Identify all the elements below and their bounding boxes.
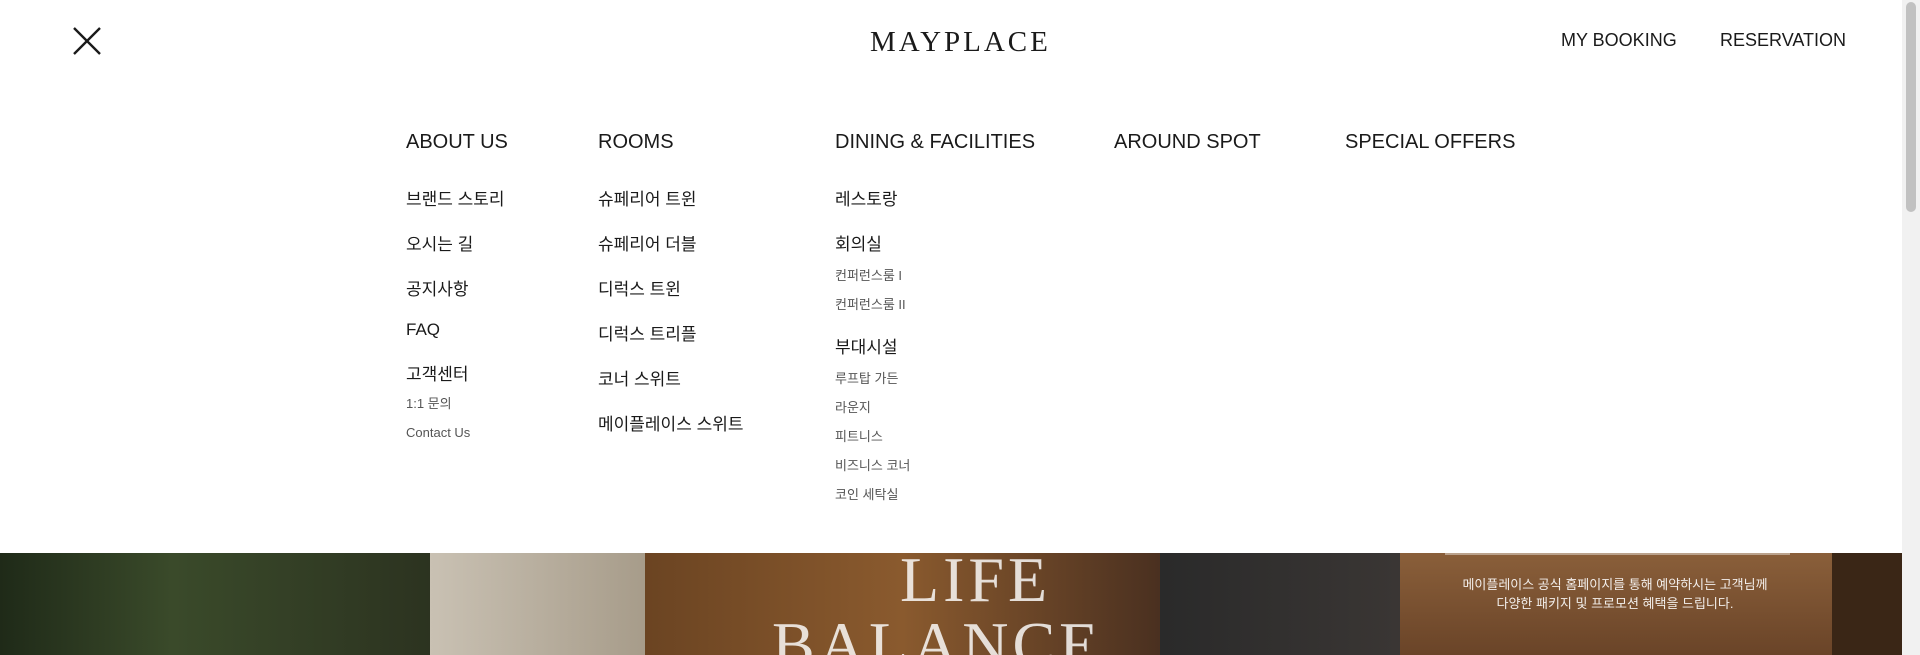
banner-headline-word: BALANCE (772, 609, 1103, 655)
menu-item-amenities[interactable]: 부대시설 (835, 333, 1035, 358)
submenu-item-amenity[interactable]: 루프탑 가든 (835, 368, 1035, 387)
banner-plant-image (0, 553, 430, 655)
promo-line: 메이플레이스 공식 홈페이지를 통해 예약하시는 고객님께 (1462, 577, 1768, 592)
banner-decor-image (1160, 553, 1400, 655)
submenu-item-amenity[interactable]: 피트니스 (835, 426, 1035, 445)
submenu-item-amenity[interactable]: 코인 세탁실 (835, 484, 1035, 503)
menu-item-room[interactable]: 디럭스 트리플 (598, 320, 743, 345)
scrollbar-thumb[interactable] (1906, 2, 1916, 212)
menu-item-room[interactable]: 코너 스위트 (598, 365, 743, 390)
banner-edge-image (1832, 553, 1902, 655)
menu-column-about: ABOUT US 브랜드 스토리 오시는 길 공지사항 FAQ 고객센터 1:1… (406, 131, 508, 453)
my-booking-link[interactable]: MY BOOKING (1561, 30, 1677, 51)
submenu-item-contact-us[interactable]: Contact Us (406, 425, 508, 440)
menu-item-notice[interactable]: 공지사항 (406, 275, 508, 300)
menu-item-room[interactable]: 슈페리어 더블 (598, 230, 743, 255)
menu-item-room[interactable]: 슈페리어 트윈 (598, 185, 743, 210)
submenu-item-conference-2[interactable]: 컨퍼런스룸 II (835, 294, 1035, 313)
promo-title-fragment (1445, 553, 1790, 561)
menu-item-meeting-room[interactable]: 회의실 (835, 230, 1035, 255)
submenu-item-inquiry[interactable]: 1:1 문의 (406, 393, 508, 412)
menu-item-directions[interactable]: 오시는 길 (406, 230, 508, 255)
menu-title-around-spot[interactable]: AROUND SPOT (1114, 131, 1261, 154)
header: MAYPLACE MY BOOKING RESERVATION (0, 0, 1902, 90)
menu-item-restaurant[interactable]: 레스토랑 (835, 185, 1035, 210)
menu-column-dining: DINING & FACILITIES 레스토랑 회의실 컨퍼런스룸 I 컨퍼런… (835, 131, 1035, 523)
menu-item-room[interactable]: 디럭스 트윈 (598, 275, 743, 300)
menu-item-brand-story[interactable]: 브랜드 스토리 (406, 185, 508, 210)
menu-column-rooms: ROOMS 슈페리어 트윈 슈페리어 더블 디럭스 트윈 디럭스 트리플 코너 … (598, 131, 743, 455)
menu-title-rooms[interactable]: ROOMS (598, 131, 743, 154)
submenu-item-conference-1[interactable]: 컨퍼런스룸 I (835, 265, 1035, 284)
menu-item-customer-center[interactable]: 고객센터 (406, 360, 508, 385)
close-icon[interactable] (72, 26, 102, 56)
submenu-item-amenity[interactable]: 비즈니스 코너 (835, 455, 1035, 474)
menu-column-special: SPECIAL OFFERS (1345, 131, 1515, 185)
scrollbar[interactable] (1902, 0, 1920, 655)
menu-column-around: AROUND SPOT (1114, 131, 1261, 185)
promo-line: 다양한 패키지 및 프로모션 혜택을 드립니다. (1496, 596, 1734, 611)
promo-text: 메이플레이스 공식 홈페이지를 통해 예약하시는 고객님께 다양한 패키지 및 … (1440, 575, 1790, 613)
logo[interactable]: MAYPLACE (870, 26, 1051, 59)
menu-item-room[interactable]: 메이플레이스 스위트 (598, 410, 743, 435)
hero-banner: LIFE BALANCE 메이플레이스 공식 홈페이지를 통해 예약하시는 고객… (0, 553, 1902, 655)
amenities-submenu: 루프탑 가든 라운지 피트니스 비즈니스 코너 코인 세탁실 (835, 368, 1035, 503)
menu-title-special-offers[interactable]: SPECIAL OFFERS (1345, 131, 1515, 154)
reservation-link[interactable]: RESERVATION (1720, 30, 1846, 51)
menu-title-about[interactable]: ABOUT US (406, 131, 508, 154)
banner-headline-word: LIFE (900, 553, 1052, 615)
banner-cushion-image (430, 553, 645, 655)
menu-item-faq[interactable]: FAQ (406, 320, 508, 340)
menu-title-dining[interactable]: DINING & FACILITIES (835, 131, 1035, 154)
meeting-room-submenu: 컨퍼런스룸 I 컨퍼런스룸 II (835, 265, 1035, 313)
submenu-item-amenity[interactable]: 라운지 (835, 397, 1035, 416)
